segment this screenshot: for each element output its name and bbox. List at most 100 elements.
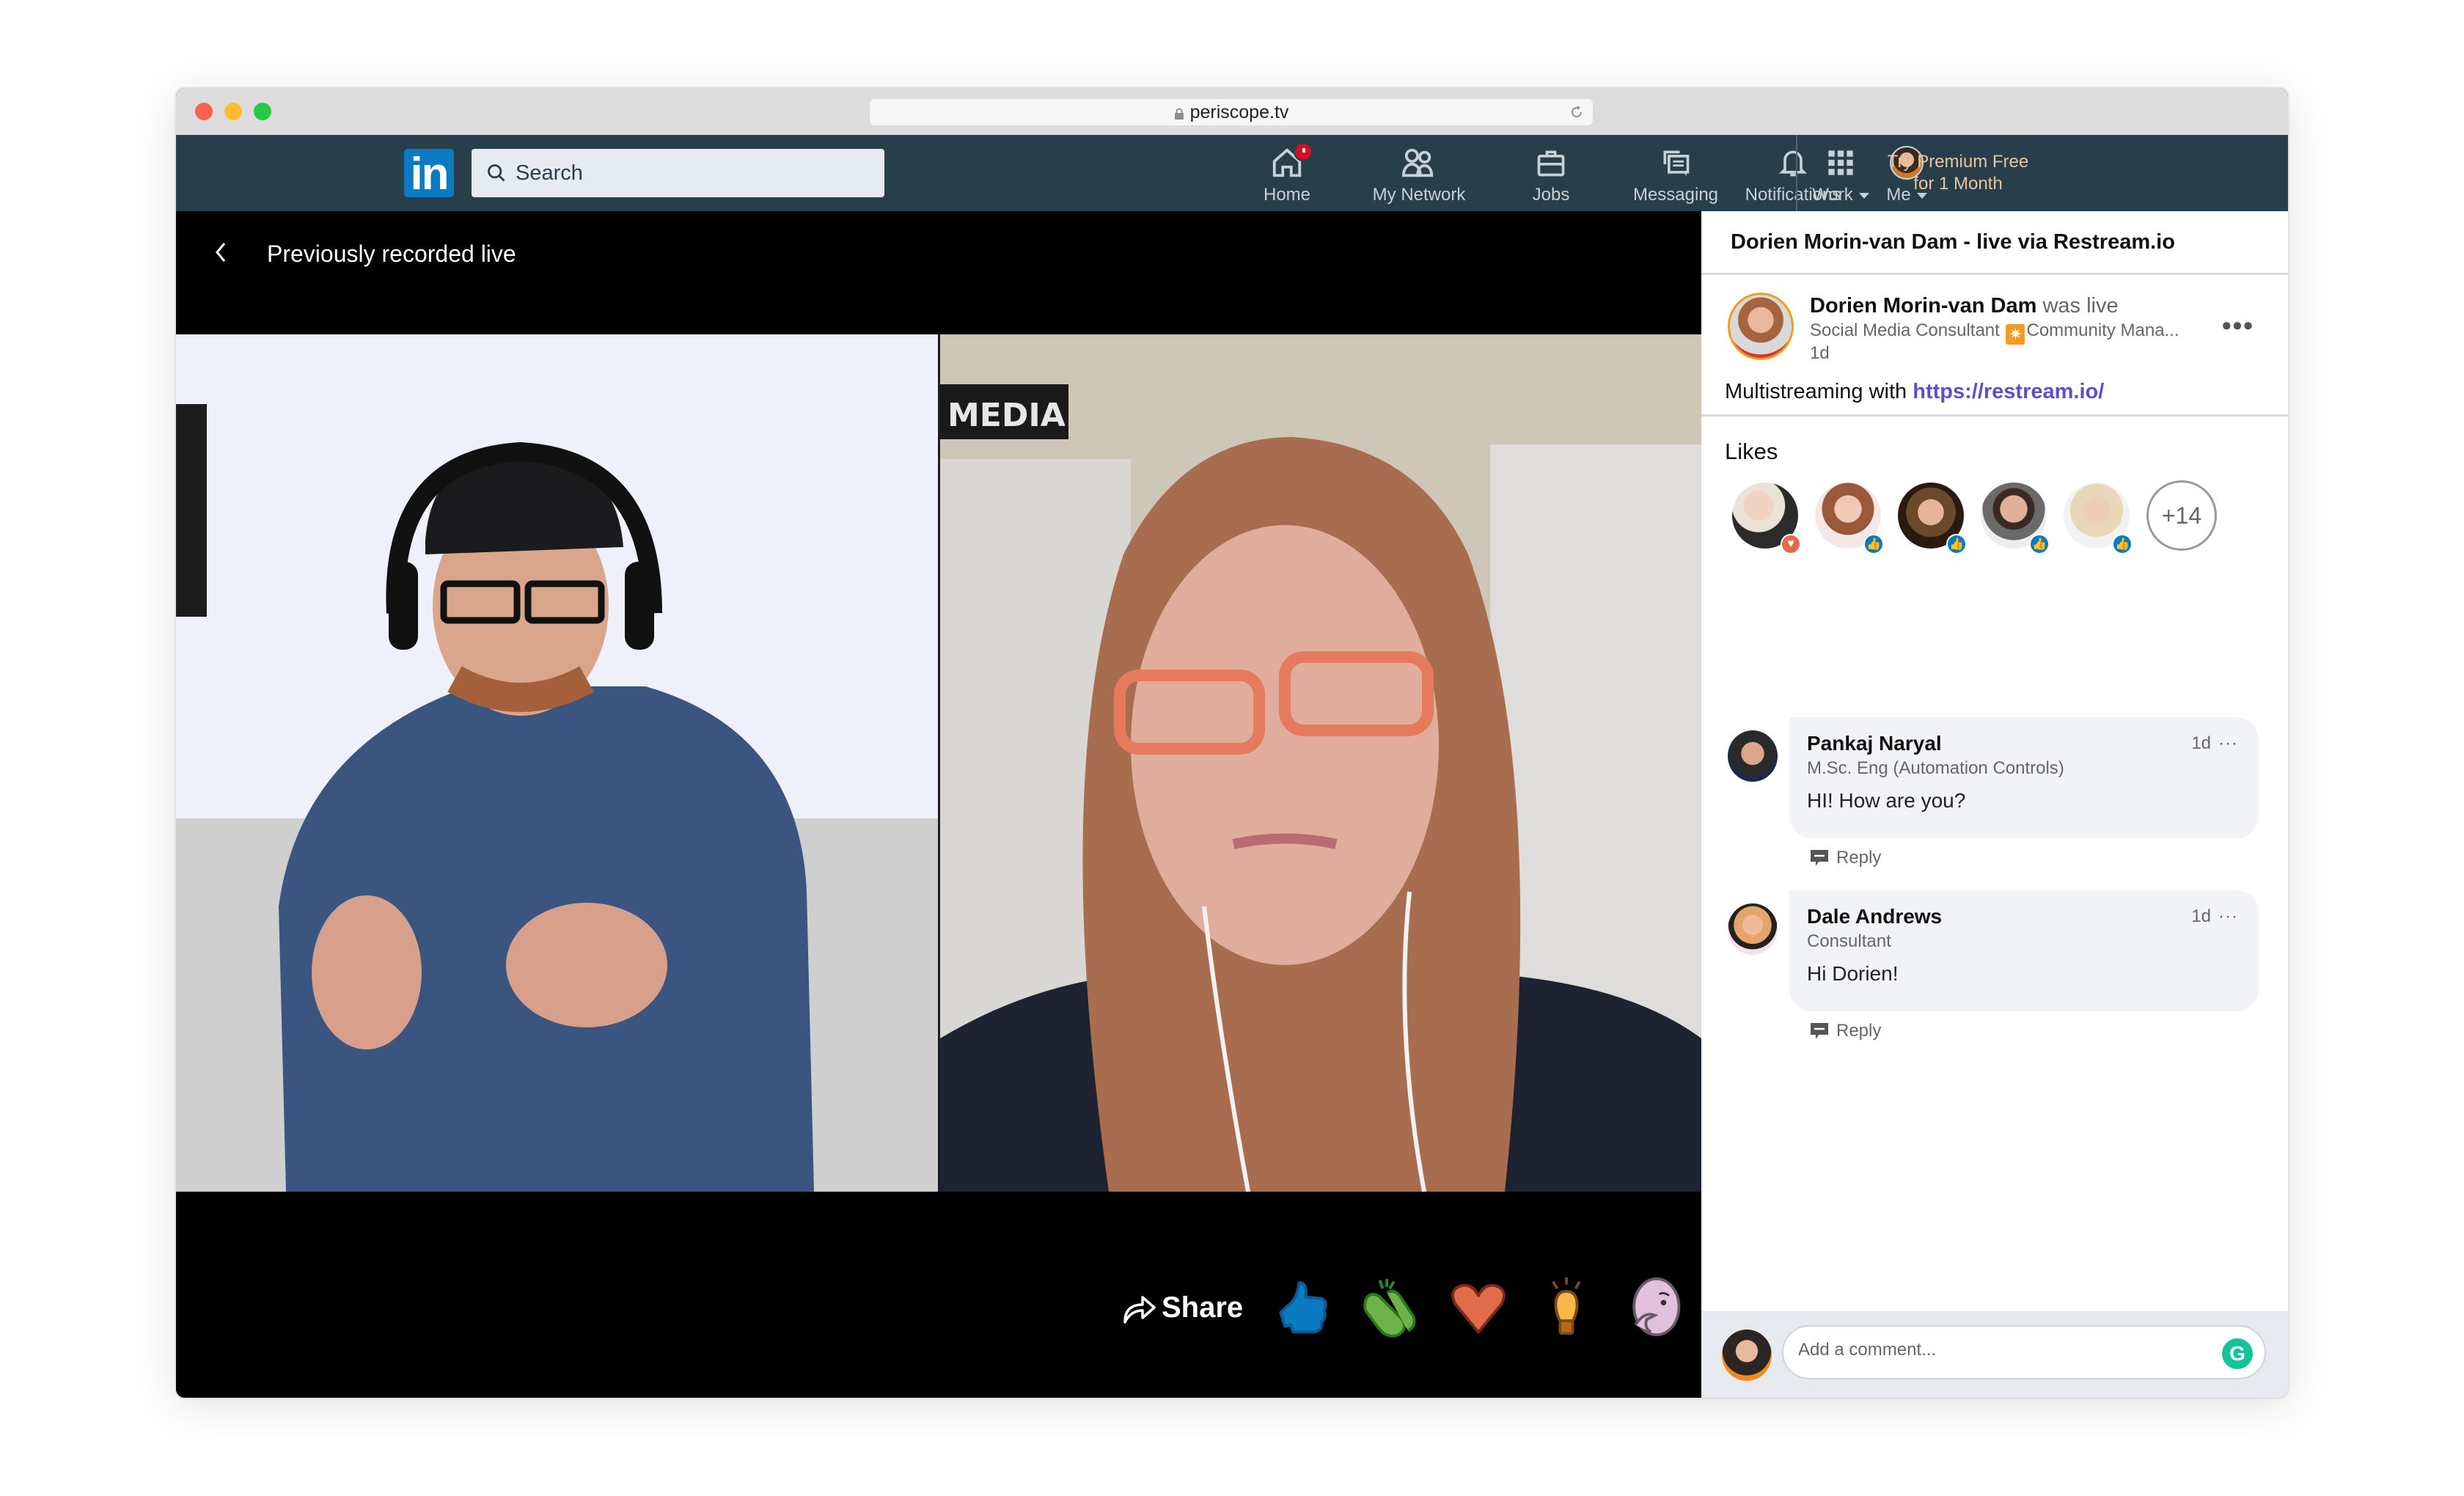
lightbulb-icon <box>1552 1277 1581 1335</box>
comment-more-icon[interactable]: ··· <box>2218 906 2238 926</box>
comment-input-wrapper[interactable]: G <box>1782 1325 2266 1379</box>
liker-avatar[interactable]: 👍 <box>1898 483 1967 554</box>
nav-work-label: Work <box>1812 185 1869 205</box>
lock-icon <box>1174 108 1184 120</box>
comment-input[interactable] <box>1798 1340 2194 1360</box>
author-avatar[interactable] <box>1728 293 1794 360</box>
browser-window: periscope.tv in Home My Network Jobs <box>176 88 2288 1398</box>
reload-icon[interactable] <box>1568 103 1585 121</box>
commenter-name[interactable]: Dale Andrews <box>1807 905 1942 928</box>
share-arrow-icon <box>1123 1296 1156 1324</box>
reaction-like-button[interactable] <box>1269 1275 1335 1341</box>
post-author-name[interactable]: Dorien Morin-van Dam <box>1810 294 2036 318</box>
likes-heading: Likes <box>1725 439 1778 464</box>
liker-avatar[interactable]: ♥ <box>1732 483 1801 554</box>
comment-more-icon[interactable]: ··· <box>2218 733 2238 753</box>
panel-title: Dorien Morin-van Dam - live via Restream… <box>1701 211 2288 275</box>
comment-composer: G <box>1701 1311 2288 1398</box>
chevron-left-icon <box>216 243 226 262</box>
commenter-name[interactable]: Pankaj Naryal <box>1807 732 1942 755</box>
headline-part-1: Social Media Consultant <box>1810 320 2000 340</box>
comment-text: HI! How are you? <box>1807 789 1966 812</box>
notification-badge <box>1294 142 1313 161</box>
nav-messaging[interactable]: Messaging <box>1628 145 1723 207</box>
reply-icon <box>1811 850 1828 866</box>
thinking-face-icon <box>1632 1277 1681 1337</box>
like-badge-icon: 👍 <box>1946 534 1967 554</box>
url-text: periscope.tv <box>1189 101 1289 122</box>
post-author-line: Dorien Morin-van Dam was live <box>1810 294 2119 318</box>
nav-jobs-label: Jobs <box>1532 185 1570 205</box>
reply-label: Reply <box>1836 848 1882 868</box>
network-icon <box>1401 148 1434 177</box>
post-link[interactable]: https://restream.io/ <box>1913 380 2104 403</box>
video-feed-left[interactable] <box>176 334 938 1192</box>
like-badge-icon: 👍 <box>1863 534 1884 554</box>
reply-label: Reply <box>1836 1021 1882 1041</box>
comment-time: 1d <box>2191 906 2212 926</box>
commenter-headline: Consultant <box>1807 931 1891 951</box>
more-likers-button[interactable]: +14 <box>2146 480 2217 551</box>
comment-bubble: Dale Andrews Consultant Hi Dorien! 1d ··· <box>1789 890 2259 1011</box>
linkedin-logo[interactable]: in <box>404 149 454 199</box>
video-player: Previously recorded live MEDIA Share <box>176 211 1701 1398</box>
sparkle-icon: ✷ <box>2006 324 2025 345</box>
commenter-avatar[interactable] <box>1728 730 1778 782</box>
search-input[interactable] <box>516 161 868 186</box>
reaction-insightful-button[interactable] <box>1533 1275 1599 1341</box>
like-badge-icon: 👍 <box>2112 534 2133 554</box>
comment-meta: 1d ··· <box>2191 906 2238 927</box>
post-time: 1d <box>1810 343 1830 363</box>
video-title: Previously recorded live <box>267 241 516 267</box>
search-box[interactable] <box>472 149 884 197</box>
video-frame-host <box>176 334 938 1192</box>
liker-avatar[interactable]: 👍 <box>1981 483 2050 554</box>
nav-work[interactable]: Work <box>1811 145 1870 207</box>
liker-avatar[interactable]: 👍 <box>1815 483 1884 554</box>
live-details-panel: Dorien Morin-van Dam - live via Restream… <box>1701 211 2288 1398</box>
share-button[interactable]: Share <box>1122 1291 1243 1324</box>
video-feed-right[interactable]: MEDIA <box>940 334 1701 1192</box>
reply-button[interactable]: Reply <box>1808 848 1881 868</box>
reaction-bar: Share <box>1122 1275 1709 1341</box>
thumbs-up-icon <box>1279 1281 1327 1334</box>
caret-down-icon <box>1858 192 1869 199</box>
comment-time: 1d <box>2191 733 2212 753</box>
liker-avatar[interactable]: 👍 <box>2064 483 2133 554</box>
maximize-window-button[interactable] <box>254 103 271 120</box>
more-options-icon[interactable]: ••• <box>2222 310 2254 341</box>
like-badge-icon: 👍 <box>2029 534 2050 554</box>
video-frame-guest: MEDIA <box>940 334 1701 1192</box>
nav-jobs[interactable]: Jobs <box>1522 145 1580 207</box>
reaction-curious-button[interactable] <box>1621 1275 1687 1341</box>
post-author-headline: Social Media Consultant ✷ Community Mana.… <box>1810 320 2179 345</box>
nav-home[interactable]: Home <box>1247 142 1327 207</box>
share-label: Share <box>1162 1291 1244 1324</box>
search-icon <box>488 164 505 182</box>
live-post: Dorien Morin-van Dam was live Social Med… <box>1701 275 2288 417</box>
briefcase-icon <box>1537 150 1565 177</box>
nav-my-network[interactable]: My Network <box>1360 145 1478 207</box>
likes-list: ♥ 👍 👍 👍 👍 +14 <box>1732 480 2217 554</box>
love-badge-icon: ♥ <box>1781 534 1801 554</box>
minimize-window-button[interactable] <box>224 103 242 120</box>
comment-text: Hi Dorien! <box>1807 962 1899 985</box>
post-text-body: Multistreaming with <box>1725 380 1907 403</box>
nav-home-label: Home <box>1263 185 1311 205</box>
headline-part-2: Community Mana... <box>2026 320 2179 340</box>
commenter-avatar[interactable] <box>1728 903 1778 955</box>
grid-icon <box>1828 150 1853 175</box>
reaction-love-button[interactable] <box>1445 1275 1511 1341</box>
bell-icon <box>1778 150 1808 177</box>
post-status: was live <box>2042 294 2119 318</box>
nav-my-network-label: My Network <box>1372 185 1466 205</box>
nav-messaging-label: Messaging <box>1632 185 1719 205</box>
try-premium-link[interactable]: Try Premium Free for 1 Month <box>1885 151 2031 195</box>
back-button[interactable] <box>213 239 235 268</box>
reply-button[interactable]: Reply <box>1808 1021 1881 1041</box>
address-bar[interactable]: periscope.tv <box>870 99 1593 125</box>
close-window-button[interactable] <box>195 103 213 120</box>
reaction-celebrate-button[interactable] <box>1357 1275 1423 1341</box>
nav-divider <box>1796 135 1797 211</box>
grammarly-icon[interactable]: G <box>2222 1338 2253 1369</box>
